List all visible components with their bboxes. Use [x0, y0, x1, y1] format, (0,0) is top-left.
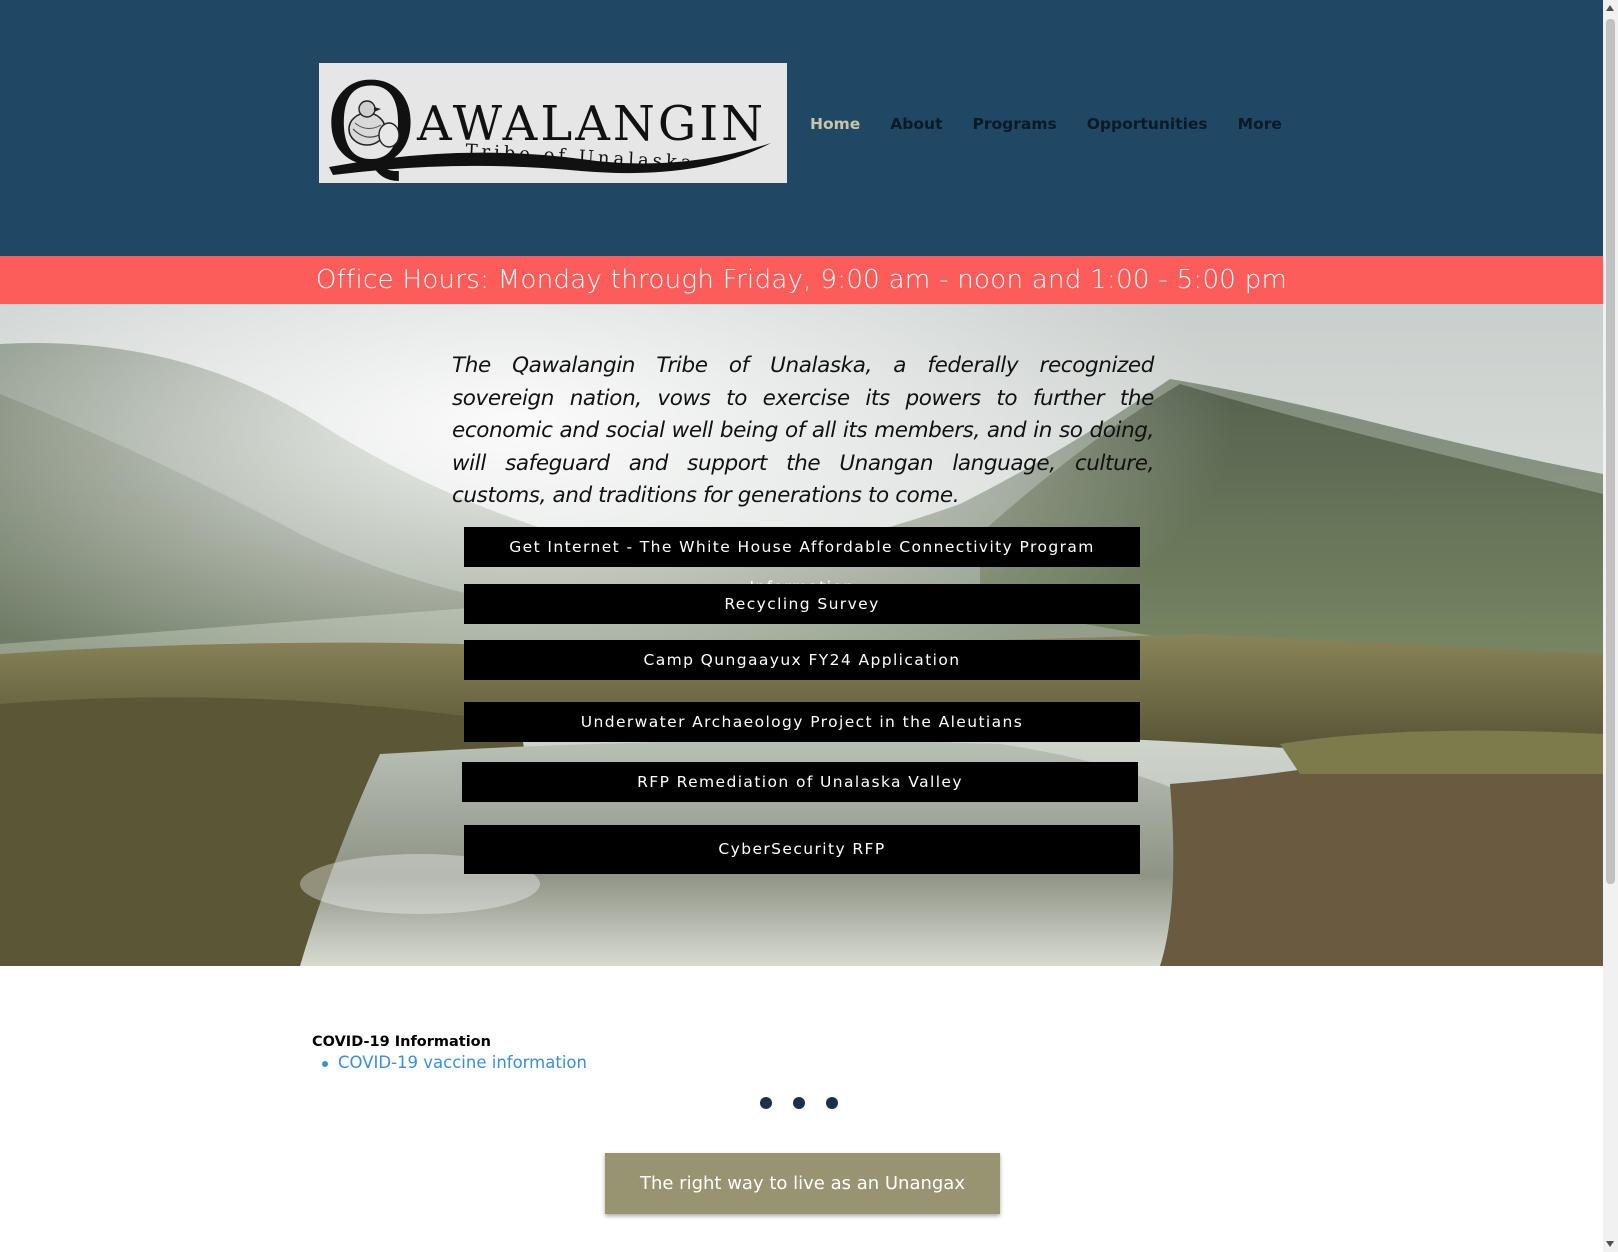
loading-dots	[760, 1097, 859, 1109]
logo-graphic: Q AWALANGIN Tribe of Unalaska	[325, 63, 771, 183]
get-internet-button[interactable]: Get Internet - The White House Affordabl…	[464, 527, 1140, 596]
scroll-up-arrow-icon[interactable]	[1606, 5, 1614, 11]
nav-programs[interactable]: Programs	[972, 112, 1056, 136]
camp-application-button[interactable]: Camp Qungaayux FY24 Application	[464, 640, 1140, 680]
dot-icon	[826, 1097, 838, 1109]
unangax-button[interactable]: The right way to live as an Unangax	[605, 1153, 1000, 1214]
cybersecurity-rfp-button[interactable]: CyberSecurity RFP	[464, 825, 1140, 874]
site-header: Q AWALANGIN Tribe of Unalaska Home About	[0, 0, 1603, 256]
mission-statement: The Qawalangin Tribe of Unalaska, a fede…	[452, 353, 1154, 508]
covid-heading: COVID-19 Information	[312, 1034, 491, 1050]
rfp-remediation-button[interactable]: RFP Remediation of Unalaska Valley	[462, 762, 1138, 802]
nav-about[interactable]: About	[890, 112, 942, 136]
page: Q AWALANGIN Tribe of Unalaska Home About	[0, 0, 1603, 1252]
covid-vaccine-link[interactable]: COVID-19 vaccine information	[338, 1053, 587, 1072]
dot-icon	[793, 1097, 805, 1109]
nav-opportunities[interactable]: Opportunities	[1087, 112, 1208, 136]
nav-home[interactable]: Home	[810, 112, 860, 136]
recycling-survey-button[interactable]: Recycling Survey	[464, 584, 1140, 624]
list-item: COVID-19 vaccine information	[320, 1053, 587, 1072]
dot-icon	[760, 1097, 772, 1109]
office-hours-banner: Office Hours: Monday through Friday, 9:0…	[0, 256, 1603, 304]
scroll-down-arrow-icon[interactable]	[1606, 1241, 1614, 1247]
main-nav: Home About Programs Opportunities More	[810, 112, 1312, 136]
underwater-archaeology-button[interactable]: Underwater Archaeology Project in the Al…	[464, 702, 1140, 742]
bullet-icon	[322, 1061, 328, 1067]
scrollbar-thumb[interactable]	[1606, 19, 1615, 884]
nav-more[interactable]: More	[1238, 112, 1282, 136]
vertical-scrollbar[interactable]	[1603, 0, 1618, 1252]
hero-section: The Qawalangin Tribe of Unalaska, a fede…	[0, 304, 1603, 966]
site-logo[interactable]: Q AWALANGIN Tribe of Unalaska	[319, 63, 787, 183]
covid-list: COVID-19 vaccine information	[320, 1053, 587, 1072]
